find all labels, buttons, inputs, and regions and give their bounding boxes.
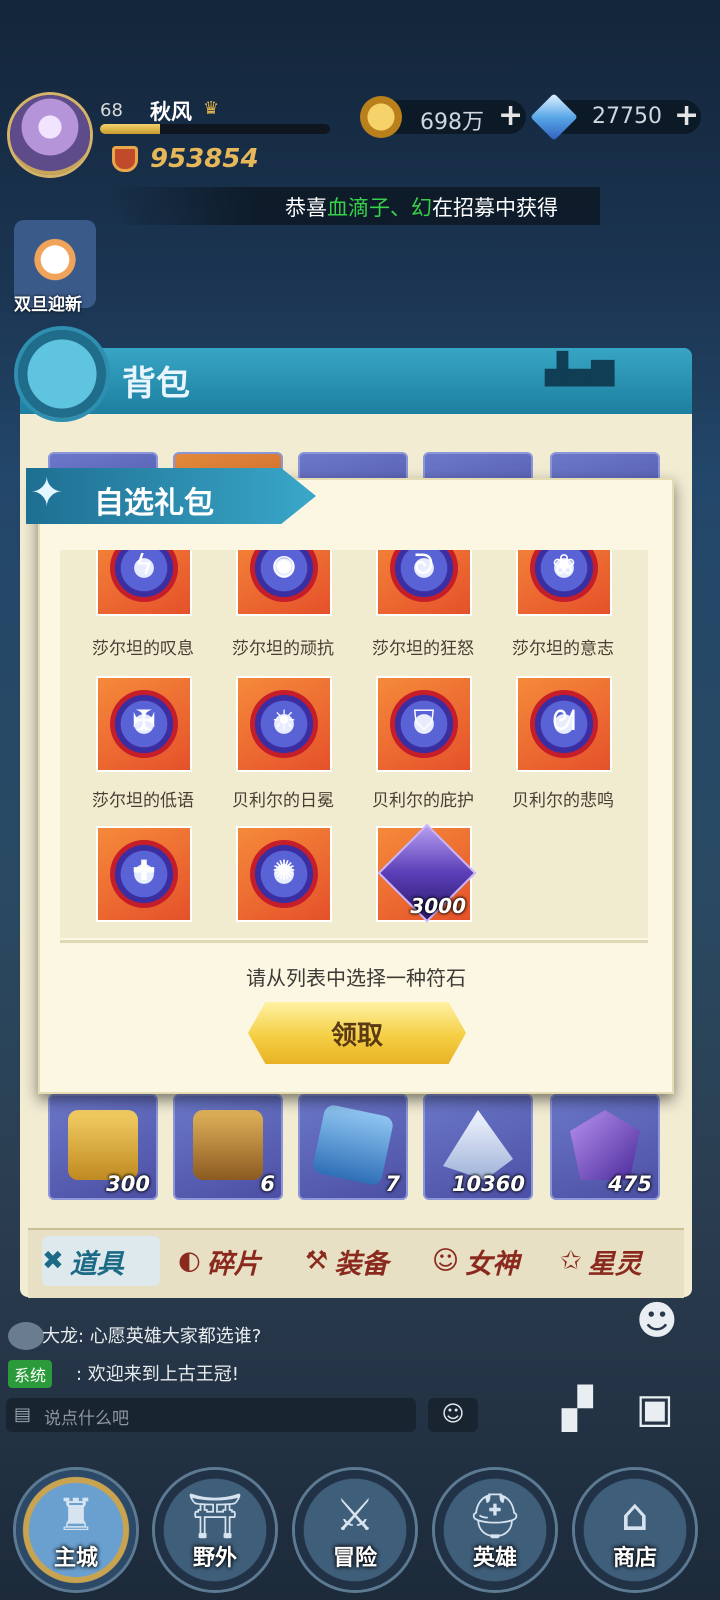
rune-label: 莎尔坦的叹息 [92, 639, 194, 659]
chat-message: 大龙: 心愿英雄大家都选谁? [42, 1326, 262, 1347]
rune-bird-icon: ᘛ [552, 704, 576, 737]
backpack-button-icon[interactable]: ▣ [636, 1386, 674, 1432]
gold-amount: 698万 [420, 110, 484, 135]
inventory-slot-gem[interactable]: 475 [550, 1094, 660, 1200]
helmet-icon: ⛑ [467, 1491, 523, 1542]
items-icon: ✖ [42, 1246, 64, 1276]
friends-icon[interactable]: ☻ [636, 1298, 678, 1344]
chat-placeholder: 说点什么吧 [44, 1409, 129, 1429]
add-gold-button[interactable]: + [498, 98, 523, 133]
star-spirit-icon: ✩ [560, 1246, 582, 1276]
blue-card-icon [311, 1103, 395, 1187]
rune-option[interactable]: ᘛ [516, 676, 612, 772]
backpack-icon [18, 330, 106, 418]
purple-gem-icon [570, 1110, 640, 1180]
tab-star-spirit[interactable]: ✩ 星灵 [560, 1236, 678, 1286]
emoji-button[interactable]: ☺ [428, 1398, 478, 1432]
dialog-instruction: 请从列表中选择一种符石 [246, 966, 466, 990]
inventory-slot-blue-card[interactable]: 7 [298, 1094, 408, 1200]
rune-option[interactable]: ✺ [236, 826, 332, 922]
rune-label: 贝利尔的日冕 [232, 791, 334, 811]
system-badge: 系统 [8, 1360, 53, 1388]
rune-option[interactable]: ⛉ [376, 676, 472, 772]
rune-shield-icon: ⛉ [413, 704, 435, 737]
divider [60, 940, 648, 943]
xp-bar [100, 124, 330, 134]
inventory-slot-crystal[interactable]: 10360 [423, 1094, 533, 1200]
event-label: 双旦迎新 [14, 295, 82, 315]
player-level: 68 [100, 100, 123, 121]
rune-option[interactable]: ❀ [516, 550, 612, 616]
gold-coin-icon [360, 96, 402, 138]
cat-decoration-icon: ▟▄▆ [545, 352, 615, 387]
rune-label: 贝利尔的悲鸣 [512, 791, 614, 811]
player-avatar[interactable] [10, 95, 90, 175]
crown-icon: ♛ [203, 98, 220, 119]
rune-option[interactable]: ✠ [96, 676, 192, 772]
rune-option[interactable]: ᘐ [376, 550, 472, 616]
rune-lotus-icon: ❀ [552, 550, 576, 581]
rune-label: 莎尔坦的顽抗 [232, 639, 334, 659]
nav-label: 冒险 [332, 1546, 377, 1571]
rune-label: 莎尔坦的意志 [512, 639, 614, 659]
backpack-title: 背包 [122, 364, 190, 404]
rune-option[interactable]: ϟ [96, 550, 192, 616]
sword-icon: ⚔ [335, 1490, 375, 1541]
rune-orbit-icon: ✺ [272, 854, 296, 887]
rune-lightning-icon: ϟ [134, 550, 154, 581]
inventory-slot-chest[interactable]: 6 [173, 1094, 283, 1200]
item-count: 3000 [410, 894, 466, 918]
nav-label: 商店 [612, 1546, 657, 1571]
shop-icon: ⌂ [621, 1490, 649, 1541]
rune-option[interactable]: ◉ [236, 550, 332, 616]
rune-label: 贝利尔的庇护 [372, 791, 474, 811]
rune-label: 莎尔坦的低语 [92, 791, 194, 811]
rune-option[interactable]: ✚ [96, 826, 192, 922]
gate-icon: ⛩ [187, 1491, 243, 1542]
add-diamond-button[interactable]: + [674, 98, 699, 133]
armor-card-icon [68, 1110, 138, 1180]
rune-dragon-icon: ᘐ [414, 550, 434, 581]
ranking-icon[interactable]: ▞ [562, 1386, 593, 1432]
crystal-shard-icon [443, 1110, 513, 1180]
rune-sword-icon: ✠ [132, 704, 156, 737]
rune-list[interactable]: ϟ ◉ ᘐ ❀ 莎尔坦的叹息 莎尔坦的顽抗 莎尔坦的狂怒 莎尔坦的意志 ✠ ☀ … [60, 550, 648, 938]
chat-bubble-icon: ▤ [14, 1404, 32, 1425]
rune-cross-icon: ✚ [132, 854, 156, 887]
tab-goddess[interactable]: ☺ 女神 [432, 1236, 550, 1286]
player-name: 秋风 [150, 100, 192, 124]
diamond-amount: 27750 [592, 104, 662, 129]
tab-fragments[interactable]: ◐ 碎片 [178, 1236, 296, 1286]
rune-eye-icon: ◉ [271, 550, 297, 581]
nav-label: 英雄 [472, 1546, 517, 1571]
nav-label: 野外 [192, 1546, 237, 1571]
inventory-slot-armor-card[interactable]: 300 [48, 1094, 158, 1200]
feather-icon: ✦ [30, 470, 64, 516]
goddess-icon: ☺ [432, 1246, 460, 1276]
shield-icon [112, 146, 138, 172]
announcement-text: 恭喜血滴子、幻在招募中获得 [285, 196, 558, 220]
rune-label: 莎尔坦的狂怒 [372, 639, 474, 659]
rune-option[interactable]: ☀ [236, 676, 332, 772]
rune-sun-icon: ☀ [271, 704, 297, 737]
dialog-title: 自选礼包 [94, 486, 214, 521]
tab-equipment[interactable]: ⚒ 装备 [305, 1236, 423, 1286]
system-message: : 欢迎来到上古王冠! [76, 1364, 240, 1385]
castle-icon: ♜ [56, 1490, 96, 1541]
claim-button[interactable]: 领取 [248, 1002, 466, 1064]
treasure-chest-icon [193, 1110, 263, 1180]
nav-label: 主城 [53, 1546, 98, 1571]
equipment-icon: ⚒ [305, 1246, 329, 1276]
announcement-highlight: 血滴子、幻 [327, 196, 432, 220]
combat-power: 953854 [150, 144, 259, 174]
fragments-icon: ◐ [178, 1246, 201, 1276]
rune-essence-option[interactable]: 3000 [376, 823, 477, 923]
tab-items[interactable]: ✖ 道具 [42, 1236, 160, 1286]
chat-avatar [8, 1322, 44, 1350]
